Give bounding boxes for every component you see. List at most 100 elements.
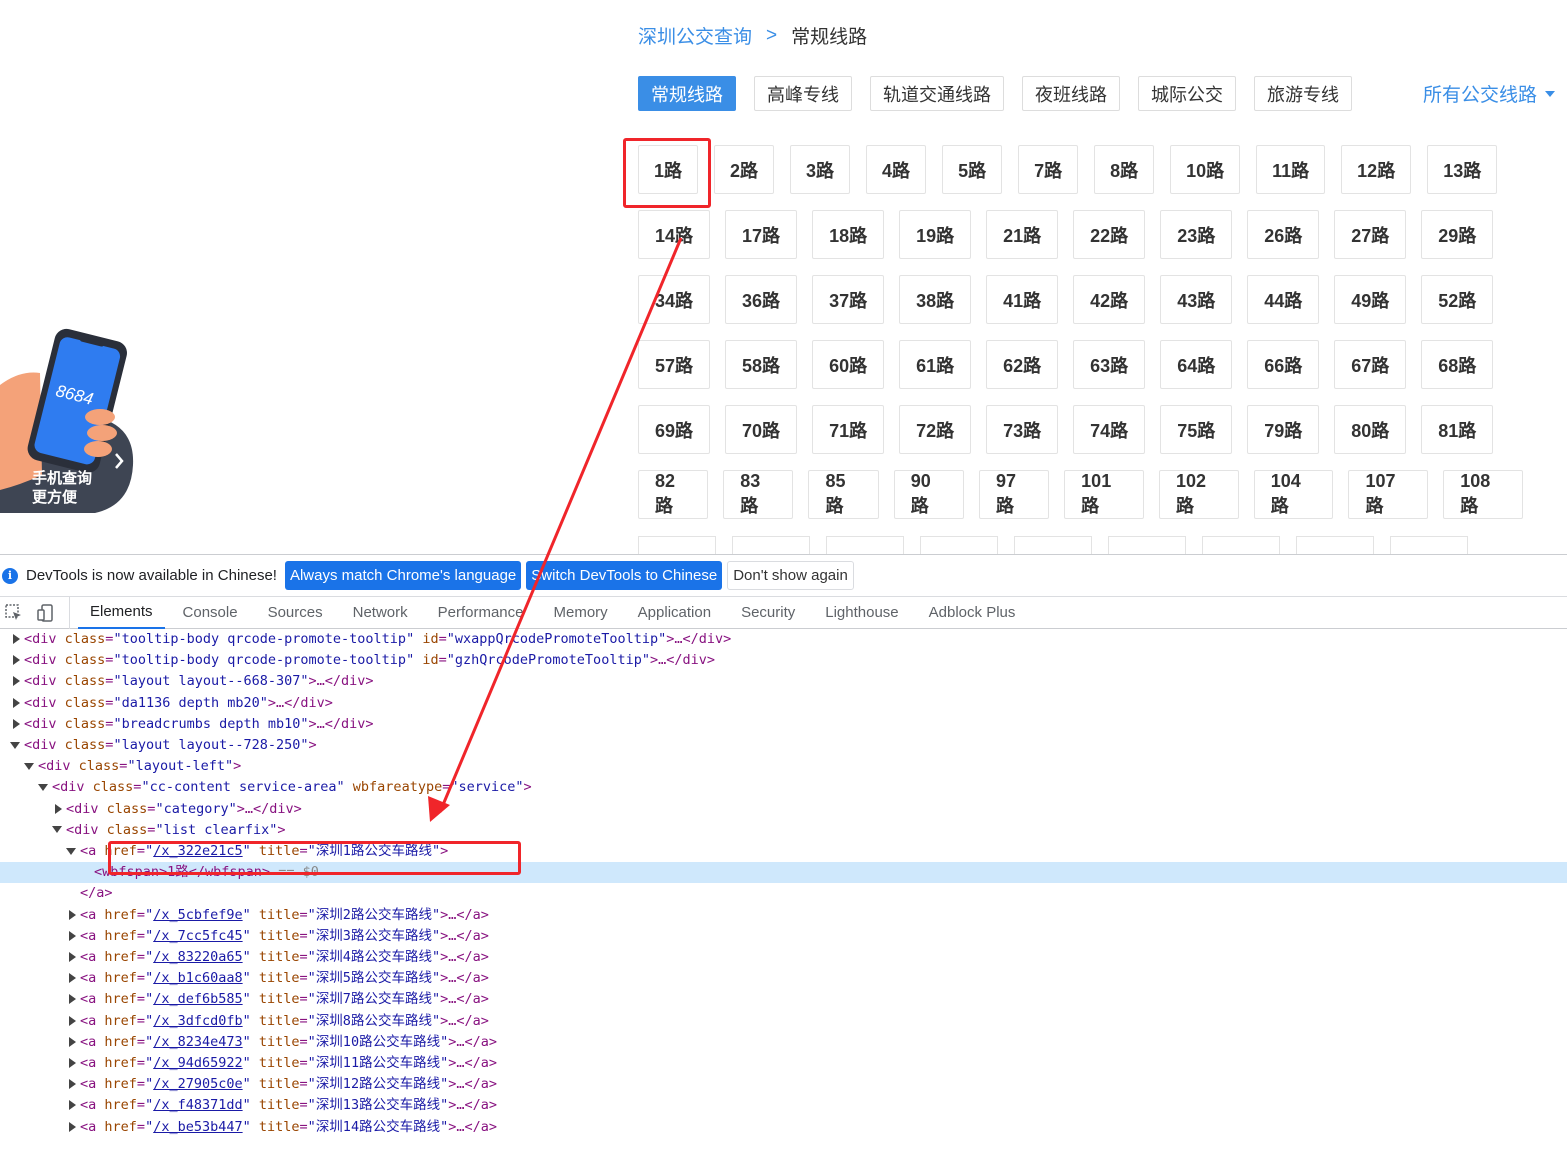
dom-node-line[interactable]: <a href="/x_b1c60aa8" title="深圳5路公交车路线">…: [0, 968, 1567, 989]
expand-toggle-icon[interactable]: [69, 909, 76, 920]
dom-node-line[interactable]: <div class="cc-content service-area" wbf…: [0, 777, 1567, 798]
route-button[interactable]: 97路: [978, 470, 1050, 519]
dom-node-line[interactable]: <div class="breadcrumbs depth mb10">…</d…: [0, 714, 1567, 735]
dom-node-line[interactable]: <div class="layout layout--728-250">: [0, 735, 1567, 756]
route-button[interactable]: 13路: [1427, 145, 1498, 194]
expand-toggle-icon[interactable]: [69, 930, 76, 941]
expand-toggle-icon[interactable]: [13, 634, 20, 644]
route-button[interactable]: 8路: [1094, 145, 1155, 194]
route-button[interactable]: 60路: [812, 340, 885, 389]
switch-to-chinese-button[interactable]: Switch DevTools to Chinese: [526, 561, 723, 590]
tab-intercity[interactable]: 城际公交: [1138, 76, 1236, 111]
inspect-element-icon[interactable]: [4, 603, 24, 623]
tab-network[interactable]: Network: [341, 597, 420, 629]
tab-tourist-lines[interactable]: 旅游专线: [1254, 76, 1352, 111]
route-button[interactable]: 3路: [790, 145, 851, 194]
route-button[interactable]: 34路: [638, 275, 711, 324]
tab-console[interactable]: Console: [171, 597, 250, 629]
mobile-promo-widget[interactable]: 8684 手机查询 更方便: [0, 325, 140, 520]
dom-node-line[interactable]: <a href="/x_7cc5fc45" title="深圳3路公交车路线">…: [0, 926, 1567, 947]
dom-node-line[interactable]: <a href="/x_8234e473" title="深圳10路公交车路线"…: [0, 1032, 1567, 1053]
route-button[interactable]: 57路: [638, 340, 711, 389]
expand-toggle-icon[interactable]: [66, 847, 76, 855]
route-button[interactable]: 85路: [808, 470, 879, 519]
route-button[interactable]: 58路: [725, 340, 798, 389]
expand-toggle-icon[interactable]: [69, 1079, 76, 1090]
dom-node-line[interactable]: <a href="/x_83220a65" title="深圳4路公交车路线">…: [0, 947, 1567, 968]
route-button[interactable]: 108路: [1443, 470, 1523, 519]
route-button[interactable]: 79路: [1247, 405, 1320, 454]
route-button[interactable]: 104路: [1253, 470, 1334, 519]
tab-security[interactable]: Security: [729, 597, 807, 629]
route-button[interactable]: 18路: [812, 210, 885, 259]
route-button[interactable]: 64路: [1160, 340, 1233, 389]
dom-node-line[interactable]: <a href="/x_3dfcd0fb" title="深圳8路公交车路线">…: [0, 1011, 1567, 1032]
dom-node-line[interactable]: <div class="layout layout--668-307">…</d…: [0, 671, 1567, 692]
route-button[interactable]: 83路: [723, 470, 794, 519]
route-button[interactable]: 70路: [725, 405, 798, 454]
route-button[interactable]: 27路: [1334, 210, 1407, 259]
expand-toggle-icon[interactable]: [13, 718, 20, 729]
route-button[interactable]: 101路: [1064, 470, 1144, 519]
route-button[interactable]: 7路: [1018, 145, 1079, 194]
route-button[interactable]: 66路: [1247, 340, 1320, 389]
device-toolbar-icon[interactable]: [36, 603, 56, 623]
route-button[interactable]: 74路: [1073, 405, 1146, 454]
route-button[interactable]: 29路: [1421, 210, 1494, 259]
route-button[interactable]: 81路: [1421, 405, 1494, 454]
tab-lighthouse[interactable]: Lighthouse: [813, 597, 910, 629]
tab-peak-lines[interactable]: 高峰专线: [754, 76, 852, 111]
expand-toggle-icon[interactable]: [69, 1015, 76, 1026]
expand-toggle-icon[interactable]: [13, 655, 20, 666]
route-button[interactable]: 61路: [899, 340, 972, 389]
route-button[interactable]: 72路: [899, 405, 972, 454]
dom-node-line[interactable]: <a href="/x_f48371dd" title="深圳13路公交车路线"…: [0, 1095, 1567, 1116]
dom-node-line[interactable]: <div class="da1136 depth mb20">…</div>: [0, 693, 1567, 714]
route-button[interactable]: 63路: [1073, 340, 1146, 389]
expand-toggle-icon[interactable]: [24, 762, 34, 770]
route-button[interactable]: 4路: [866, 145, 927, 194]
route-button[interactable]: 73路: [986, 405, 1059, 454]
dom-node-line[interactable]: <a href="/x_94d65922" title="深圳11路公交车路线"…: [0, 1053, 1567, 1074]
dom-node-line[interactable]: <div class="layout-left">: [0, 756, 1567, 777]
expand-toggle-icon[interactable]: [69, 994, 76, 1005]
dom-node-line[interactable]: <div class="tooltip-body qrcode-promote-…: [0, 650, 1567, 671]
route-button[interactable]: 19路: [899, 210, 972, 259]
tab-adblock-plus[interactable]: Adblock Plus: [917, 597, 1028, 629]
route-button[interactable]: 52路: [1421, 275, 1494, 324]
tab-elements[interactable]: Elements: [78, 597, 165, 629]
tab-application[interactable]: Application: [626, 597, 723, 629]
route-button[interactable]: 107路: [1348, 470, 1429, 519]
tab-rail-transit[interactable]: 轨道交通线路: [870, 76, 1004, 111]
route-button[interactable]: 67路: [1334, 340, 1407, 389]
dom-node-line[interactable]: <div class="tooltip-body qrcode-promote-…: [0, 629, 1567, 650]
expand-toggle-icon[interactable]: [69, 1121, 76, 1132]
dom-node-line[interactable]: <div class="list clearfix">: [0, 820, 1567, 841]
route-button[interactable]: 14路: [638, 210, 711, 259]
expand-toggle-icon[interactable]: [10, 741, 20, 749]
route-button[interactable]: 102路: [1158, 470, 1239, 519]
expand-toggle-icon[interactable]: [13, 676, 20, 687]
breadcrumb-home-link[interactable]: 深圳公交查询: [638, 22, 752, 49]
route-button[interactable]: 10路: [1170, 145, 1241, 194]
route-button[interactable]: 44路: [1247, 275, 1320, 324]
route-button[interactable]: 12路: [1341, 145, 1412, 194]
route-button[interactable]: 38路: [899, 275, 972, 324]
expand-toggle-icon[interactable]: [13, 697, 20, 708]
tab-memory[interactable]: Memory: [542, 597, 620, 629]
always-match-language-button[interactable]: Always match Chrome's language: [284, 561, 522, 590]
tab-sources[interactable]: Sources: [256, 597, 335, 629]
tab-regular-lines[interactable]: 常规线路: [638, 76, 736, 111]
route-button[interactable]: 23路: [1160, 210, 1233, 259]
expand-toggle-icon[interactable]: [38, 783, 48, 791]
dom-node-line[interactable]: <a href="/x_5cbfef9e" title="深圳2路公交车路线">…: [0, 905, 1567, 926]
route-button[interactable]: 37路: [812, 275, 885, 324]
dom-node-line[interactable]: <div class="category">…</div>: [0, 799, 1567, 820]
route-button[interactable]: 22路: [1073, 210, 1146, 259]
route-button[interactable]: 11路: [1256, 145, 1326, 194]
route-button[interactable]: 36路: [725, 275, 798, 324]
dom-node-line[interactable]: <a href="/x_be53b447" title="深圳14路公交车路线"…: [0, 1117, 1567, 1138]
expand-toggle-icon[interactable]: [52, 826, 62, 834]
tab-performance[interactable]: Performance: [426, 597, 536, 629]
route-button[interactable]: 26路: [1247, 210, 1320, 259]
